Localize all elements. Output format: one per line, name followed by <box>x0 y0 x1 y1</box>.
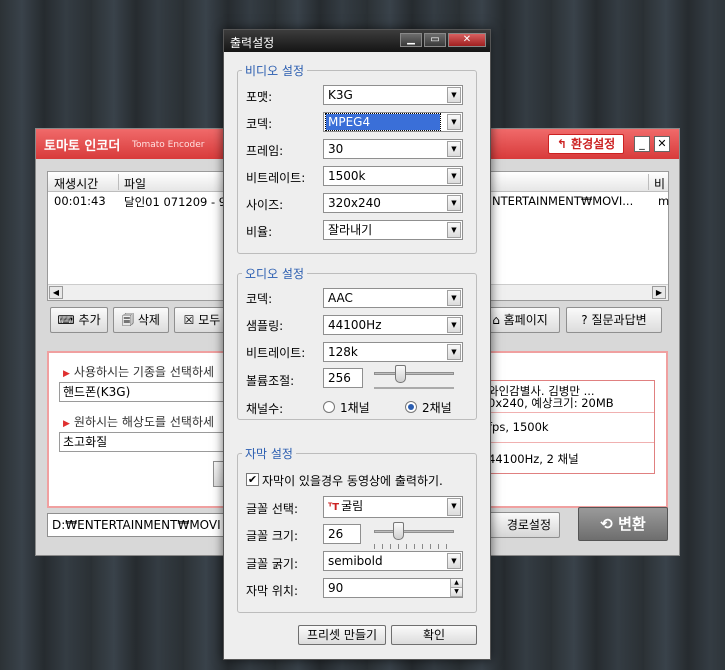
font-size-ticks <box>374 544 454 549</box>
col-file[interactable]: 파일 <box>124 175 146 192</box>
ratio-select[interactable]: 잘라내기 ▼ <box>323 220 463 240</box>
chevron-down-icon[interactable]: ▼ <box>447 168 461 184</box>
audio-bitrate-label: 비트레이트: <box>246 346 306 360</box>
spin-up-icon[interactable]: ▲ <box>451 579 462 588</box>
row-duration[interactable]: 00:01:43 <box>54 194 106 208</box>
subtitle-legend: 자막 설정 <box>242 445 296 462</box>
col-divider[interactable] <box>648 174 649 190</box>
frame-select[interactable]: 30 ▼ <box>323 139 463 159</box>
subtitle-checkbox-label[interactable]: 자막이 있을경우 동영상에 출력하기. <box>262 472 443 489</box>
volume-input[interactable]: 256 <box>323 368 363 388</box>
font-size-slider-thumb[interactable] <box>393 522 405 540</box>
col-duration[interactable]: 재생시간 <box>54 175 98 192</box>
video-codec-label: 코덱: <box>246 117 273 131</box>
size-select[interactable]: 320x240 ▼ <box>323 193 463 213</box>
scroll-right-icon[interactable]: ▶ <box>652 286 666 299</box>
frame-label: 프레임: <box>246 144 284 158</box>
settings-button[interactable]: ↰ 환경설정 <box>548 134 624 154</box>
font-select[interactable]: ᵀT 굴림 ▼ <box>323 496 463 518</box>
row-path[interactable]: NTERTAINMENT₩MOVI... <box>492 194 633 208</box>
video-legend: 비디오 설정 <box>242 62 308 79</box>
info-divider <box>486 442 654 443</box>
info-video: fps, 1500k <box>488 420 549 434</box>
video-bitrate-label: 비트레이트: <box>246 171 306 185</box>
chevron-down-icon[interactable]: ▼ <box>447 317 461 333</box>
col-divider[interactable] <box>118 174 119 190</box>
font-weight-select[interactable]: semibold ▼ <box>323 551 463 571</box>
minimize-icon[interactable]: ▁ <box>400 33 422 47</box>
maximize-icon[interactable]: ▭ <box>424 33 446 47</box>
convert-button[interactable]: ⟲ 변환 <box>578 507 668 541</box>
quality-label: ▶ 원하시는 해상도를 선택하세 <box>63 415 215 429</box>
mono-radio-label[interactable]: 1채널 <box>340 399 370 416</box>
close-icon[interactable]: ✕ <box>448 33 486 47</box>
format-select[interactable]: K3G ▼ <box>323 85 463 105</box>
chevron-down-icon[interactable]: ▼ <box>447 553 461 569</box>
info-size: 0x240, 예상크기: 20MB <box>488 396 614 410</box>
video-codec-select[interactable]: MPEG4 ▼ <box>323 112 463 132</box>
remove-all-button[interactable]: ☒ 모두 <box>174 307 230 333</box>
chevron-down-icon[interactable]: ▼ <box>447 195 461 211</box>
spin-down-icon[interactable]: ▼ <box>451 588 462 597</box>
sampling-label: 샘플링: <box>246 319 284 333</box>
font-size-slider[interactable] <box>374 530 454 533</box>
device-label: ▶ 사용하시는 기종을 선택하세 <box>63 365 215 379</box>
row-file[interactable]: 달인01 071209 - 9 <box>124 194 226 210</box>
ok-button[interactable]: 확인 <box>391 625 477 645</box>
chevron-down-icon[interactable]: ▼ <box>447 344 461 360</box>
chevron-down-icon[interactable]: ▼ <box>447 114 461 130</box>
channels-label: 채널수: <box>246 402 284 416</box>
homepage-button[interactable]: ⌂ 홈페이지 <box>480 307 560 333</box>
close-button[interactable]: ✕ <box>654 136 670 152</box>
font-weight-label: 글꼴 굵기: <box>246 557 299 571</box>
stereo-radio-label[interactable]: 2채널 <box>422 399 452 416</box>
minimize-button[interactable]: _ <box>634 136 650 152</box>
position-spinner[interactable]: ▲ ▼ <box>450 579 462 597</box>
font-size-label: 글꼴 크기: <box>246 529 299 543</box>
audio-legend: 오디오 설정 <box>242 265 308 282</box>
subtitle-position-label: 자막 위치: <box>246 584 299 598</box>
faq-button[interactable]: ? 질문과답변 <box>566 307 662 333</box>
font-size-input[interactable]: 26 <box>323 524 361 544</box>
chevron-down-icon[interactable]: ▼ <box>447 290 461 306</box>
video-bitrate-select[interactable]: 1500k ▼ <box>323 166 463 186</box>
sampling-select[interactable]: 44100Hz ▼ <box>323 315 463 335</box>
chevron-down-icon[interactable]: ▼ <box>447 498 461 516</box>
volume-slider-shadow <box>374 387 454 389</box>
subtitle-checkbox[interactable]: ✔ <box>246 473 259 486</box>
format-label: 포맷: <box>246 90 273 104</box>
font-label: 글꼴 선택: <box>246 502 299 516</box>
volume-label: 볼륨조절: <box>246 374 295 388</box>
subtitle-position-input[interactable]: 90 ▲ ▼ <box>323 578 463 598</box>
dialog-title: 출력설정 <box>230 36 275 50</box>
quality-select[interactable]: 초고화질 <box>59 432 229 452</box>
add-button[interactable]: ⌨ 추가 <box>50 307 108 333</box>
row-extra[interactable]: m <box>658 194 669 208</box>
info-audio: 44100Hz, 2 채널 <box>488 452 579 466</box>
audio-bitrate-select[interactable]: 128k ▼ <box>323 342 463 362</box>
audio-codec-select[interactable]: AAC ▼ <box>323 288 463 308</box>
volume-slider-thumb[interactable] <box>394 365 406 383</box>
output-settings-dialog: 출력설정 ▁ ▭ ✕ 비디오 설정 포맷: K3G ▼ 코덱: MPEG4 ▼ 프레… <box>223 29 491 660</box>
app-title: 토마토 인코더 <box>44 139 121 154</box>
info-box: 와인감별사. 김병만 ... 0x240, 예상크기: 20MB fps, 15… <box>485 380 655 474</box>
device-select[interactable]: 핸드폰(K3G) <box>59 382 229 402</box>
app-subtitle: Tomato Encoder <box>132 140 205 150</box>
col-extra[interactable]: 비 <box>654 175 665 192</box>
info-divider <box>486 412 654 413</box>
chevron-down-icon[interactable]: ▼ <box>447 141 461 157</box>
chevron-down-icon[interactable]: ▼ <box>447 222 461 238</box>
mono-radio[interactable] <box>323 401 335 413</box>
stereo-radio[interactable] <box>405 401 417 413</box>
volume-slider[interactable] <box>374 372 454 375</box>
truetype-icon: ᵀT <box>328 502 340 513</box>
ratio-label: 비율: <box>246 225 273 239</box>
size-label: 사이즈: <box>246 198 284 212</box>
delete-button[interactable]: 🗐 삭제 <box>113 307 169 333</box>
make-preset-button[interactable]: 프리셋 만들기 <box>298 625 386 645</box>
scroll-left-icon[interactable]: ◀ <box>49 286 63 299</box>
dialog-title-bar: 출력설정 ▁ ▭ ✕ <box>224 30 490 52</box>
audio-codec-label: 코덱: <box>246 292 273 306</box>
chevron-down-icon[interactable]: ▼ <box>447 87 461 103</box>
